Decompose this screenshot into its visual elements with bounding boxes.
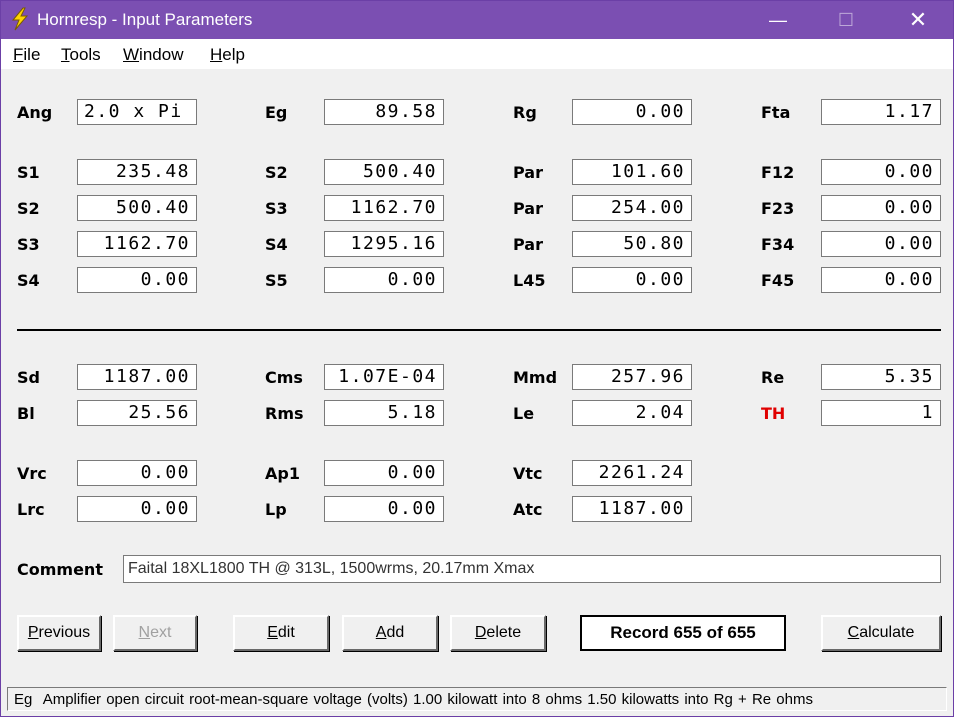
field-re[interactable]: 5.35 xyxy=(821,364,941,390)
field-ang[interactable]: 2.0 x Pi xyxy=(77,99,197,125)
field-s3-segment3[interactable]: 1162.70 xyxy=(77,231,197,257)
field-f23[interactable]: 0.00 xyxy=(821,195,941,221)
field-s4-segment4[interactable]: 0.00 xyxy=(77,267,197,293)
record-indicator: Record 655 of 655 xyxy=(580,615,786,651)
minimize-button[interactable]: — xyxy=(755,1,801,39)
field-cms[interactable]: 1.07E-04 xyxy=(324,364,444,390)
field-s2-segment2[interactable]: 500.40 xyxy=(77,195,197,221)
field-l45[interactable]: 0.00 xyxy=(572,267,692,293)
field-rms[interactable]: 5.18 xyxy=(324,400,444,426)
field-atc[interactable]: 1187.00 xyxy=(572,496,692,522)
field-f45[interactable]: 0.00 xyxy=(821,267,941,293)
label-f34: F34 xyxy=(761,235,795,254)
title-bar[interactable]: Hornresp - Input Parameters — ☐ ✕ xyxy=(1,1,953,39)
label-sd: Sd xyxy=(17,368,40,387)
label-comment: Comment xyxy=(17,560,103,579)
label-re: Re xyxy=(761,368,785,387)
separator-line xyxy=(17,329,941,331)
add-button[interactable]: Add xyxy=(342,615,438,651)
calculate-button[interactable]: Calculate xyxy=(821,615,941,651)
label-f12: F12 xyxy=(761,163,795,182)
field-par-3[interactable]: 50.80 xyxy=(572,231,692,257)
label-bl: Bl xyxy=(17,404,35,423)
edit-button[interactable]: Edit xyxy=(233,615,329,651)
label-s1: S1 xyxy=(17,163,40,182)
label-f45: F45 xyxy=(761,271,795,290)
label-par-1: Par xyxy=(513,163,543,182)
field-bl[interactable]: 25.56 xyxy=(77,400,197,426)
field-par-1[interactable]: 101.60 xyxy=(572,159,692,185)
field-le[interactable]: 2.04 xyxy=(572,400,692,426)
label-rms: Rms xyxy=(265,404,304,423)
label-lrc: Lrc xyxy=(17,500,45,519)
label-mmd: Mmd xyxy=(513,368,558,387)
close-button[interactable]: ✕ xyxy=(895,1,941,39)
label-s2: S2 xyxy=(265,163,288,182)
field-sd[interactable]: 1187.00 xyxy=(77,364,197,390)
field-rg[interactable]: 0.00 xyxy=(572,99,692,125)
field-fta[interactable]: 1.17 xyxy=(821,99,941,125)
field-lrc[interactable]: 0.00 xyxy=(77,496,197,522)
field-par-2[interactable]: 254.00 xyxy=(572,195,692,221)
label-th[interactable]: TH xyxy=(761,404,785,423)
delete-button[interactable]: Delete xyxy=(450,615,546,651)
label-vrc: Vrc xyxy=(17,464,47,483)
comment-field[interactable]: Faital 18XL1800 TH @ 313L, 1500wrms, 20.… xyxy=(123,555,941,583)
field-s2[interactable]: 500.40 xyxy=(324,159,444,185)
label-par-2: Par xyxy=(513,199,543,218)
label-f23: F23 xyxy=(761,199,795,218)
field-f12[interactable]: 0.00 xyxy=(821,159,941,185)
label-par-3: Par xyxy=(513,235,543,254)
window-title: Hornresp - Input Parameters xyxy=(37,10,253,29)
previous-button[interactable]: Previous xyxy=(17,615,101,651)
label-vtc: Vtc xyxy=(513,464,543,483)
status-description: Amplifier open circuit root-mean-square … xyxy=(42,691,813,708)
label-s3: S3 xyxy=(265,199,288,218)
label-s2-segment2: S2 xyxy=(17,199,40,218)
label-atc: Atc xyxy=(513,500,543,519)
menu-window[interactable]: Window xyxy=(123,45,183,65)
field-s3[interactable]: 1162.70 xyxy=(324,195,444,221)
label-ang: Ang xyxy=(17,103,53,122)
field-vrc[interactable]: 0.00 xyxy=(77,460,197,486)
input-parameters-panel: Ang 2.0 x Pi Eg 89.58 Rg 0.00 Fta 1.17 S… xyxy=(1,69,953,684)
field-ap1[interactable]: 0.00 xyxy=(324,460,444,486)
label-lp: Lp xyxy=(265,500,287,519)
menu-tools[interactable]: Tools xyxy=(61,45,101,65)
label-s4: S4 xyxy=(265,235,288,254)
field-s4[interactable]: 1295.16 xyxy=(324,231,444,257)
field-lp[interactable]: 0.00 xyxy=(324,496,444,522)
status-text: Eg Amplifier open circuit root-mean-squa… xyxy=(14,691,813,708)
hornresp-window: Hornresp - Input Parameters — ☐ ✕ File T… xyxy=(0,0,954,717)
field-s5[interactable]: 0.00 xyxy=(324,267,444,293)
field-th[interactable]: 1 xyxy=(821,400,941,426)
field-vtc[interactable]: 2261.24 xyxy=(572,460,692,486)
field-mmd[interactable]: 257.96 xyxy=(572,364,692,390)
label-l45: L45 xyxy=(513,271,546,290)
label-eg: Eg xyxy=(265,103,288,122)
menu-bar: File Tools Window Help xyxy=(1,39,953,69)
label-rg: Rg xyxy=(513,103,537,122)
label-fta: Fta xyxy=(761,103,791,122)
label-le: Le xyxy=(513,404,535,423)
label-s3-segment3: S3 xyxy=(17,235,40,254)
field-eg[interactable]: 89.58 xyxy=(324,99,444,125)
field-f34[interactable]: 0.00 xyxy=(821,231,941,257)
label-s5: S5 xyxy=(265,271,288,290)
status-bar: Eg Amplifier open circuit root-mean-squa… xyxy=(7,687,947,711)
label-s4-segment4: S4 xyxy=(17,271,40,290)
label-ap1: Ap1 xyxy=(265,464,300,483)
label-cms: Cms xyxy=(265,368,303,387)
menu-help[interactable]: Help xyxy=(210,45,245,65)
maximize-icon: ☐ xyxy=(837,10,855,30)
status-key: Eg xyxy=(14,691,33,708)
field-s1[interactable]: 235.48 xyxy=(77,159,197,185)
next-button[interactable]: Next xyxy=(113,615,197,651)
maximize-button[interactable]: ☐ xyxy=(823,1,869,39)
menu-file[interactable]: File xyxy=(13,45,40,65)
lightning-bolt-icon xyxy=(9,7,31,31)
